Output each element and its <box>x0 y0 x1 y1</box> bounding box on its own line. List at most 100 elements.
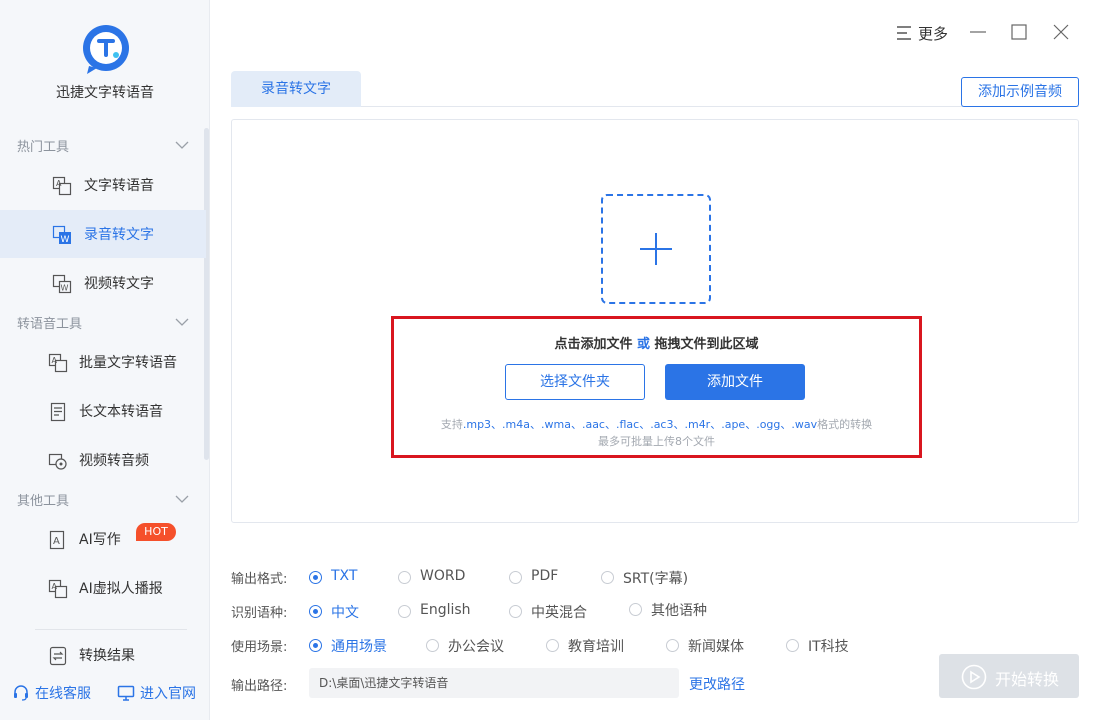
sidebar-item-audio-to-text[interactable]: W 录音转文字 <box>0 210 206 258</box>
add-sample-audio-button[interactable]: 添加示例音频 <box>961 77 1079 107</box>
tab-bar: 录音转文字 <box>231 71 1079 107</box>
minimize-icon[interactable] <box>968 22 988 42</box>
tab-audio-to-text[interactable]: 录音转文字 <box>231 71 361 107</box>
video-to-text-icon: W <box>52 274 72 294</box>
radio-label: 新闻媒体 <box>688 639 744 655</box>
radio-dot <box>509 571 522 584</box>
drop-hint-or: 或 <box>636 337 650 352</box>
nav-label: 视频转文字 <box>84 276 154 292</box>
start-conversion-button[interactable]: 开始转换 <box>939 654 1079 698</box>
svg-text:A: A <box>52 356 58 365</box>
online-service-label: 在线客服 <box>35 686 91 702</box>
radio-label: 教育培训 <box>568 639 624 655</box>
nav-label: 转换结果 <box>79 648 135 664</box>
play-circle-icon <box>961 664 987 690</box>
nav-label: 录音转文字 <box>84 227 154 243</box>
radio-label: TXT <box>331 568 358 584</box>
svg-text:A: A <box>56 179 62 188</box>
sidebar-item-results[interactable]: 转换结果 <box>0 631 206 679</box>
scene-label: 使用场景: <box>231 640 288 655</box>
drop-hint-text: 点击添加文件 或 拖拽文件到此区域 <box>394 333 919 352</box>
long-text-icon <box>50 402 66 422</box>
nav-label: 批量文字转语音 <box>79 355 177 371</box>
radio-dot <box>666 639 679 652</box>
drop-hint-b: 拖拽文件到此区域 <box>654 337 759 352</box>
menu-icon <box>897 26 911 40</box>
more-menu-button[interactable]: 更多 <box>896 22 956 44</box>
section-title: 转语音工具 <box>17 317 83 332</box>
website-label: 进入官网 <box>140 686 196 702</box>
nav-label: AI写作 <box>79 532 121 548</box>
radio-label: English <box>420 602 471 618</box>
upload-instructions-panel: 点击添加文件 或 拖拽文件到此区域 选择文件夹 添加文件 支持.mp3、.m4a… <box>391 316 922 458</box>
headset-icon <box>14 685 28 701</box>
output-path-label: 输出路径: <box>231 679 288 694</box>
sidebar-item-video-to-audio[interactable]: 视频转音频 <box>0 436 206 484</box>
radio-label: IT科技 <box>808 639 849 655</box>
section-hot-tools[interactable]: 热门工具 <box>17 136 197 156</box>
convert-result-icon <box>49 646 67 666</box>
formats-list: .mp3、.m4a、.wma、.aac、.flac、.ac3、.m4r、.ape… <box>462 418 818 431</box>
section-other-tools[interactable]: 其他工具 <box>17 490 197 510</box>
nav-label: 文字转语音 <box>84 178 154 194</box>
ai-avatar-icon: A <box>48 579 68 599</box>
sidebar-item-batch-text-to-speech[interactable]: A 批量文字转语音 <box>0 338 206 386</box>
radio-dot <box>509 605 522 618</box>
chevron-down-icon <box>175 141 189 149</box>
sidebar-item-ai-avatar[interactable]: A AI虚拟人播报 <box>0 564 206 612</box>
file-drop-zone[interactable]: 点击添加文件 或 拖拽文件到此区域 选择文件夹 添加文件 支持.mp3、.m4a… <box>231 119 1079 523</box>
svg-text:W: W <box>61 284 69 293</box>
radio-dot <box>398 605 411 618</box>
radio-label: 办公会议 <box>448 639 504 655</box>
chevron-down-icon <box>175 495 189 503</box>
more-label: 更多 <box>918 25 949 43</box>
app-title: 迅捷文字转语音 <box>56 85 154 101</box>
audio-to-text-icon: W <box>52 225 71 245</box>
radio-dot <box>629 603 642 616</box>
select-folder-button[interactable]: 选择文件夹 <box>505 364 645 400</box>
radio-label: PDF <box>531 568 559 584</box>
add-file-dropbox[interactable] <box>601 194 711 304</box>
formats-prefix: 支持 <box>440 418 463 431</box>
app-logo-icon <box>83 25 129 74</box>
nav-label: AI虚拟人播报 <box>79 581 163 597</box>
nav-label: 长文本转语音 <box>79 404 163 420</box>
text-to-speech-icon: A <box>52 176 72 196</box>
video-audio-icon <box>48 453 67 470</box>
drop-hint-a: 点击添加文件 <box>554 337 633 352</box>
chevron-down-icon <box>175 318 189 326</box>
sidebar-item-ai-writing[interactable]: A AI写作 HOT <box>0 515 206 563</box>
radio-label: 中文 <box>331 605 359 621</box>
maximize-icon[interactable] <box>1009 22 1029 42</box>
svg-text:A: A <box>53 536 60 547</box>
plus-icon <box>640 233 672 265</box>
hot-badge: HOT <box>136 523 176 541</box>
change-path-link[interactable]: 更改路径 <box>689 674 745 694</box>
radio-label: 通用场景 <box>331 639 387 655</box>
ai-write-icon: A <box>49 530 65 550</box>
output-format-label: 输出格式: <box>231 572 288 587</box>
radio-dot <box>546 639 559 652</box>
section-speech-tools[interactable]: 转语音工具 <box>17 313 197 333</box>
start-conversion-label: 开始转换 <box>995 670 1060 689</box>
radio-dot <box>786 639 799 652</box>
add-file-button[interactable]: 添加文件 <box>665 364 805 400</box>
batch-text-icon: A <box>48 353 68 373</box>
sidebar-item-text-to-speech[interactable]: A 文字转语音 <box>0 161 206 209</box>
radio-dot <box>309 605 322 618</box>
monitor-icon <box>117 685 135 701</box>
radio-dot <box>309 639 322 652</box>
radio-label: WORD <box>420 568 466 584</box>
radio-dot <box>398 571 411 584</box>
close-icon[interactable] <box>1051 22 1071 42</box>
radio-label: 其他语种 <box>651 603 707 619</box>
sidebar-item-long-text[interactable]: 长文本转语音 <box>0 387 206 435</box>
sidebar: 迅捷文字转语音 热门工具 A 文字转语音 W 录音转文字 W 视频转文字 转语音… <box>0 0 210 720</box>
formats-suffix: 格式的转换 <box>817 418 873 431</box>
output-path-field[interactable]: D:\桌面\迅捷文字转语音 <box>309 668 679 698</box>
upload-limit-text: 最多可批量上传8个文件 <box>598 435 715 448</box>
nav-label: 视频转音频 <box>79 453 149 469</box>
sidebar-item-video-to-text[interactable]: W 视频转文字 <box>0 259 206 307</box>
radio-dot <box>309 571 322 584</box>
section-title: 其他工具 <box>17 494 70 509</box>
